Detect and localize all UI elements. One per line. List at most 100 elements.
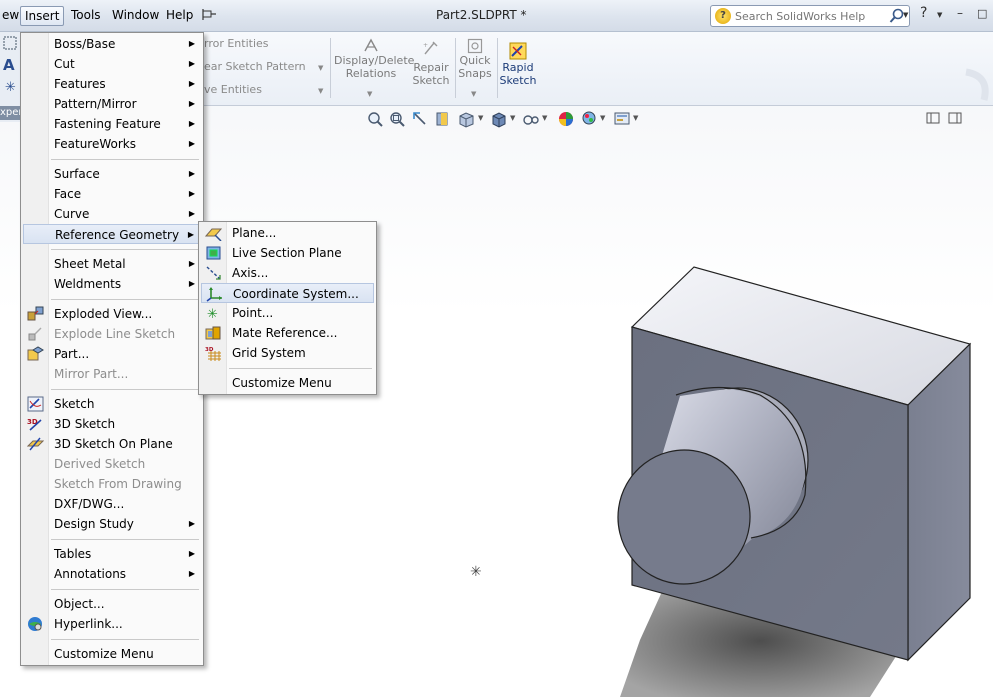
menu-window[interactable]: Window bbox=[108, 6, 163, 26]
hide-show-dropdown-icon[interactable]: ▼ bbox=[542, 114, 547, 122]
hyperlink-icon bbox=[27, 616, 44, 632]
text-tool-icon[interactable]: A bbox=[3, 56, 15, 74]
previous-view-icon[interactable] bbox=[411, 110, 429, 128]
view-settings-icon[interactable] bbox=[613, 110, 631, 128]
menu-item-part[interactable]: Part... bbox=[23, 344, 201, 364]
display-style-icon[interactable] bbox=[490, 110, 508, 128]
linear-sketch-pattern-button[interactable]: ear Sketch Pattern bbox=[204, 60, 306, 73]
menu-item-label: Sketch From Drawing bbox=[54, 477, 182, 491]
menu-item-sketch-from-drawing: Sketch From Drawing bbox=[23, 474, 201, 494]
cylinder-front-face[interactable] bbox=[609, 441, 758, 592]
explode-line-sketch-icon bbox=[27, 326, 44, 342]
menu-item-cut[interactable]: Cut ▶ bbox=[23, 54, 201, 74]
view-orientation-icon[interactable] bbox=[458, 110, 476, 128]
menu-item-featureworks[interactable]: FeatureWorks ▶ bbox=[23, 134, 201, 154]
menu-item-exploded-view[interactable]: Exploded View... bbox=[23, 304, 201, 324]
search-box[interactable]: ? ▼ bbox=[710, 5, 910, 27]
menu-separator bbox=[229, 368, 372, 369]
model-side-face[interactable] bbox=[907, 342, 971, 662]
minimize-icon[interactable]: – bbox=[957, 6, 963, 20]
menu-item-pattern-mirror[interactable]: Pattern/Mirror ▶ bbox=[23, 94, 201, 114]
menu-item-curve[interactable]: Curve ▶ bbox=[23, 204, 201, 224]
submenu-arrow-icon: ▶ bbox=[188, 189, 195, 198]
menu-item-label: Plane... bbox=[232, 226, 277, 240]
help-icon[interactable]: ? bbox=[920, 5, 927, 21]
menu-insert[interactable]: Insert bbox=[20, 6, 65, 26]
menu-item-boss-base[interactable]: Boss/Base ▶ bbox=[23, 34, 201, 54]
model-front-face[interactable] bbox=[631, 326, 909, 661]
menu-item-reference-geometry[interactable]: Reference Geometry ▶ bbox=[23, 224, 201, 244]
section-view-icon[interactable] bbox=[434, 110, 452, 128]
display-relations-dropdown-icon[interactable]: ▼ bbox=[367, 90, 372, 98]
menu-item-label: Reference Geometry bbox=[55, 228, 180, 242]
apply-scene-icon[interactable] bbox=[580, 110, 598, 128]
menu-item-surface[interactable]: Surface ▶ bbox=[23, 164, 201, 184]
apply-scene-dropdown-icon[interactable]: ▼ bbox=[600, 114, 605, 122]
menu-item-dxf-dwg[interactable]: DXF/DWG... bbox=[23, 494, 201, 514]
menu-item-hyperlink[interactable]: Hyperlink... bbox=[23, 614, 201, 634]
menu-item-features[interactable]: Features ▶ bbox=[23, 74, 201, 94]
move-entities-dropdown-icon[interactable]: ▼ bbox=[318, 87, 323, 95]
submenu-arrow-icon: ▶ bbox=[188, 519, 195, 528]
menu-item-label: FeatureWorks bbox=[54, 137, 136, 151]
menu-item-design-study[interactable]: Design Study ▶ bbox=[23, 514, 201, 534]
menu-item-live-section-plane[interactable]: Live Section Plane bbox=[201, 243, 374, 263]
edit-appearance-icon[interactable] bbox=[557, 110, 575, 128]
menu-item-weldments[interactable]: Weldments ▶ bbox=[23, 274, 201, 294]
quick-snaps-dropdown-icon[interactable]: ▼ bbox=[471, 90, 476, 98]
menu-item-label: Features bbox=[54, 77, 106, 91]
split-view-right-icon[interactable] bbox=[948, 112, 962, 124]
display-delete-relations-button[interactable]: Display/Delete Relations bbox=[334, 54, 414, 80]
view-settings-dropdown-icon[interactable]: ▼ bbox=[633, 114, 638, 122]
solidworks-watermark-icon bbox=[965, 68, 989, 101]
pin-menu-icon[interactable] bbox=[201, 8, 217, 22]
menu-item-sketch[interactable]: Sketch bbox=[23, 394, 201, 414]
menu-item-label: Mirror Part... bbox=[54, 367, 129, 381]
model-top-face[interactable] bbox=[630, 266, 972, 406]
cylinder-body[interactable] bbox=[660, 389, 806, 582]
mirror-entities-button[interactable]: rror Entities bbox=[204, 37, 269, 50]
help-dropdown-icon[interactable]: ▼ bbox=[937, 11, 942, 19]
menu-item-label: 3D Sketch bbox=[54, 417, 116, 431]
restore-icon[interactable]: □ bbox=[977, 7, 987, 20]
menu-item-annotations[interactable]: Annotations ▶ bbox=[23, 564, 201, 584]
zoom-to-fit-icon[interactable] bbox=[366, 110, 384, 128]
menu-item-face[interactable]: Face ▶ bbox=[23, 184, 201, 204]
menu-item-grid-system[interactable]: 3D Grid System bbox=[201, 343, 374, 363]
menu-item-3d-sketch-on-plane[interactable]: 3D Sketch On Plane bbox=[23, 434, 201, 454]
search-dropdown-arrow-icon[interactable]: ▼ bbox=[903, 11, 908, 19]
menu-item-3d-sketch[interactable]: 3D 3D Sketch bbox=[23, 414, 201, 434]
repair-sketch-button[interactable]: Repair Sketch bbox=[410, 61, 452, 87]
menu-item-object[interactable]: Object... bbox=[23, 594, 201, 614]
menu-item-tables[interactable]: Tables ▶ bbox=[23, 544, 201, 564]
menu-item-mate-reference[interactable]: Mate Reference... bbox=[201, 323, 374, 343]
menu-item-label: Coordinate System... bbox=[233, 287, 359, 301]
feature-manager-tab[interactable]: xper bbox=[0, 106, 23, 120]
linear-pattern-dropdown-icon[interactable]: ▼ bbox=[318, 64, 323, 72]
search-input[interactable] bbox=[735, 9, 885, 24]
quick-snaps-button[interactable]: Quick Snaps bbox=[455, 54, 495, 80]
view-orientation-dropdown-icon[interactable]: ▼ bbox=[478, 114, 483, 122]
zoom-to-area-icon[interactable] bbox=[388, 110, 406, 128]
move-entities-button[interactable]: ve Entities bbox=[204, 83, 262, 96]
submenu-arrow-icon: ▶ bbox=[188, 139, 195, 148]
point-tool-icon[interactable]: ✳ bbox=[5, 80, 16, 95]
menu-item-fastening-feature[interactable]: Fastening Feature ▶ bbox=[23, 114, 201, 134]
display-style-dropdown-icon[interactable]: ▼ bbox=[510, 114, 515, 122]
menu-item-customize-menu[interactable]: Customize Menu bbox=[23, 644, 201, 664]
menu-tools[interactable]: Tools bbox=[67, 6, 105, 26]
rapid-sketch-button[interactable]: Rapid Sketch bbox=[498, 61, 538, 87]
sketch-grid-icon[interactable] bbox=[3, 36, 17, 50]
split-view-left-icon[interactable] bbox=[926, 112, 940, 124]
menu-item-sheet-metal[interactable]: Sheet Metal ▶ bbox=[23, 254, 201, 274]
hide-show-items-icon[interactable] bbox=[522, 110, 540, 128]
menu-item-axis[interactable]: Axis... bbox=[201, 263, 374, 283]
menu-item-coordinate-system[interactable]: Coordinate System... bbox=[201, 283, 374, 303]
menu-item-plane[interactable]: Plane... bbox=[201, 223, 374, 243]
menu-help[interactable]: Help bbox=[162, 6, 197, 26]
menu-item-label: Sketch bbox=[54, 397, 95, 411]
menu-item-customize-menu[interactable]: Customize Menu bbox=[201, 373, 374, 393]
axis-icon bbox=[205, 265, 222, 281]
menu-item-point[interactable]: ✳ Point... bbox=[201, 303, 374, 323]
toolbar-separator bbox=[330, 38, 331, 98]
